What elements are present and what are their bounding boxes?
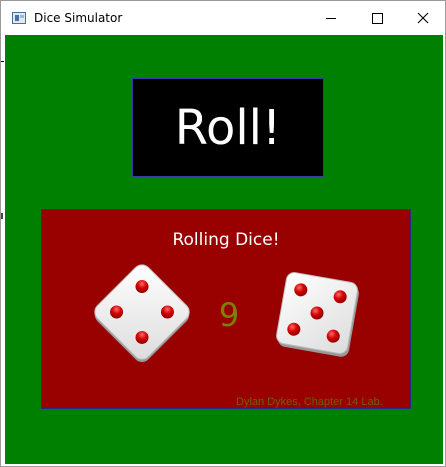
status-text: Rolling Dice! — [172, 230, 280, 250]
edge-artifact — [1, 213, 3, 219]
title-bar[interactable]: Dice Simulator — [1, 1, 445, 35]
die-left — [94, 264, 190, 363]
maximize-icon — [371, 12, 383, 24]
window-title: Dice Simulator — [34, 11, 123, 25]
dice-total: 9 — [218, 296, 240, 334]
dice-panel: Rolling Dice! 9 — [41, 209, 411, 409]
edge-artifact — [1, 61, 4, 62]
die-right — [276, 272, 359, 357]
app-window-icon — [12, 12, 26, 24]
minimize-button[interactable] — [308, 1, 354, 35]
close-button[interactable] — [400, 1, 446, 35]
minimize-icon — [326, 17, 336, 19]
maximize-button[interactable] — [354, 1, 400, 35]
app-window: Dice Simulator Roll! Rolling Dice! 9 Dyl… — [0, 0, 446, 467]
credit-text: Dylan Dykes, Chapter 14 Lab. — [236, 396, 383, 408]
roll-button[interactable]: Roll! — [132, 78, 324, 177]
close-icon — [417, 12, 429, 24]
